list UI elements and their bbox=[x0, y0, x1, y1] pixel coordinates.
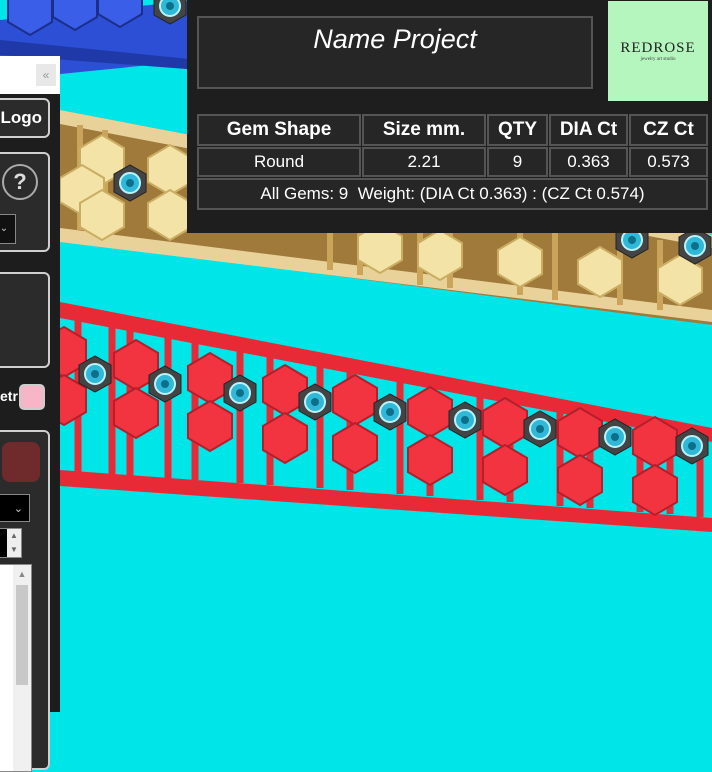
cell-dia-ct: 0.363 bbox=[549, 147, 628, 177]
brand-tagline: jewelry art studio bbox=[640, 57, 676, 62]
chevron-down-icon: ⌄ bbox=[0, 223, 9, 234]
metal-color-swatch[interactable] bbox=[19, 384, 45, 410]
brand-wordmark: REDROSE bbox=[620, 40, 696, 56]
chevron-down-icon: ⌄ bbox=[13, 503, 23, 515]
metal-label: etr bbox=[0, 388, 18, 404]
settings-group: ? ⌄ bbox=[0, 152, 50, 252]
col-header-dia-ct: DIA Ct bbox=[549, 114, 628, 146]
help-button[interactable]: ? bbox=[2, 164, 38, 200]
value-stepper[interactable]: ▲ ▼ bbox=[0, 528, 22, 558]
summary-row: All Gems: 9 Weight: (DIA Ct 0.363) : (CZ… bbox=[197, 178, 708, 210]
help-icon: ? bbox=[13, 169, 27, 194]
stepper-up-button[interactable]: ▲ bbox=[7, 529, 21, 543]
col-header-gem-shape: Gem Shape bbox=[197, 114, 361, 146]
scroll-up-arrow-icon[interactable]: ▲ bbox=[13, 565, 31, 583]
metal-row: etr bbox=[0, 384, 60, 412]
scrollbar-thumb[interactable] bbox=[16, 585, 28, 685]
project-name-box[interactable]: Name Project bbox=[197, 16, 593, 89]
brand-logo: REDROSE jewelry art studio bbox=[608, 1, 708, 101]
stepper-down-button[interactable]: ▼ bbox=[7, 543, 21, 557]
scrollbar[interactable]: ▲ bbox=[13, 565, 31, 771]
cell-gem-shape: Round bbox=[197, 147, 361, 177]
left-tool-panel: « Logo ? ⌄ etr ⌄ ▲ ▼ ▲ bbox=[0, 56, 60, 772]
settings-dropdown[interactable]: ⌄ bbox=[0, 214, 16, 244]
cell-size: 2.21 bbox=[362, 147, 486, 177]
preview-box bbox=[0, 272, 50, 368]
cell-cz-ct: 0.573 bbox=[629, 147, 708, 177]
logo-button-label: Logo bbox=[0, 108, 42, 127]
collapse-panel-button[interactable]: « bbox=[36, 64, 56, 86]
logo-button[interactable]: Logo bbox=[0, 98, 50, 138]
material-group: ⌄ ▲ ▼ ▲ bbox=[0, 430, 50, 772]
gem-info-panel: Name Project REDROSE jewelry art studio … bbox=[187, 0, 712, 233]
cell-qty: 9 bbox=[487, 147, 548, 177]
material-color-button[interactable] bbox=[2, 442, 40, 482]
col-header-qty: QTY bbox=[487, 114, 548, 146]
material-dropdown[interactable]: ⌄ bbox=[0, 494, 30, 522]
list-box[interactable]: ▲ bbox=[0, 564, 32, 772]
col-header-size: Size mm. bbox=[362, 114, 486, 146]
project-name: Name Project bbox=[313, 24, 477, 54]
col-header-cz-ct: CZ Ct bbox=[629, 114, 708, 146]
